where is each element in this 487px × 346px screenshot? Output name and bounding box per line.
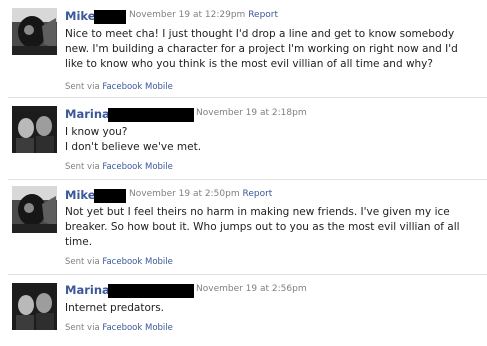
- sent-via-label: Sent via: [65, 323, 100, 333]
- sender-name[interactable]: Marina: [65, 107, 110, 121]
- message-line: Nice to meet cha! I just thought I'd dro…: [65, 28, 455, 40]
- timestamp: November 19 at 2:18pm: [196, 108, 307, 118]
- name-redaction: [108, 284, 194, 298]
- message-2: Marina November 19 at 2:18pm I know you?…: [0, 98, 487, 174]
- message-3: Mike November 19 at 2:50pm Report Not ye…: [0, 180, 487, 275]
- report-link[interactable]: Report: [242, 189, 272, 199]
- message-body: Nice to meet cha! I just thought I'd dro…: [65, 27, 475, 72]
- message-line: I know you?: [65, 126, 128, 138]
- sent-via-label: Sent via: [65, 82, 100, 92]
- timestamp: November 19 at 2:50pm Report: [129, 189, 272, 199]
- report-link[interactable]: Report: [248, 10, 278, 20]
- name-redaction: [94, 189, 126, 203]
- timestamp: November 19 at 12:29pm Report: [129, 10, 278, 20]
- sent-via-label: Sent via: [65, 162, 100, 172]
- sent-via: Sent via Facebook Mobile: [65, 257, 173, 267]
- name-redaction: [108, 108, 194, 122]
- timestamp: November 19 at 2:56pm: [196, 284, 307, 294]
- facebook-mobile-link[interactable]: Facebook Mobile: [102, 162, 173, 172]
- timestamp-text: November 19 at 12:29pm: [129, 10, 246, 20]
- sent-via-label: Sent via: [65, 257, 100, 267]
- sent-via: Sent via Facebook Mobile: [65, 162, 173, 172]
- timestamp-text: November 19 at 2:18pm: [196, 108, 307, 118]
- facebook-mobile-link[interactable]: Facebook Mobile: [102, 323, 173, 333]
- sent-via: Sent via Facebook Mobile: [65, 82, 173, 92]
- message-thread: Mike November 19 at 12:29pm Report Nice …: [0, 0, 487, 346]
- sender-name[interactable]: Marina: [65, 283, 110, 297]
- message-line: like to know who you think is the most e…: [65, 58, 433, 70]
- message-body: I know you? I don't believe we've met.: [65, 125, 475, 155]
- message-body: Not yet but I feel theirs no harm in mak…: [65, 205, 475, 250]
- message-line: I don't believe we've met.: [65, 141, 202, 153]
- sender-name[interactable]: Mike: [65, 9, 96, 23]
- message-1: Mike November 19 at 12:29pm Report Nice …: [0, 0, 487, 94]
- message-line: Not yet but I feel theirs no harm in mak…: [65, 206, 450, 218]
- facebook-mobile-link[interactable]: Facebook Mobile: [102, 82, 173, 92]
- avatar-marina[interactable]: [12, 283, 57, 330]
- message-line: Internet predators.: [65, 302, 165, 314]
- timestamp-text: November 19 at 2:50pm: [129, 189, 240, 199]
- avatar-mike[interactable]: [12, 186, 57, 233]
- message-line: time.: [65, 236, 93, 248]
- avatar-marina[interactable]: [12, 106, 57, 153]
- message-line: new. I'm building a character for a proj…: [65, 43, 458, 55]
- message-line: breaker. So how bout it. Who jumps out t…: [65, 221, 460, 233]
- timestamp-text: November 19 at 2:56pm: [196, 284, 307, 294]
- message-body: Internet predators.: [65, 301, 475, 316]
- facebook-mobile-link[interactable]: Facebook Mobile: [102, 257, 173, 267]
- avatar-mike[interactable]: [12, 8, 57, 55]
- sender-name[interactable]: Mike: [65, 188, 96, 202]
- name-redaction: [94, 10, 126, 24]
- message-4: Marina November 19 at 2:56pm Internet pr…: [0, 275, 487, 346]
- sent-via: Sent via Facebook Mobile: [65, 323, 173, 333]
